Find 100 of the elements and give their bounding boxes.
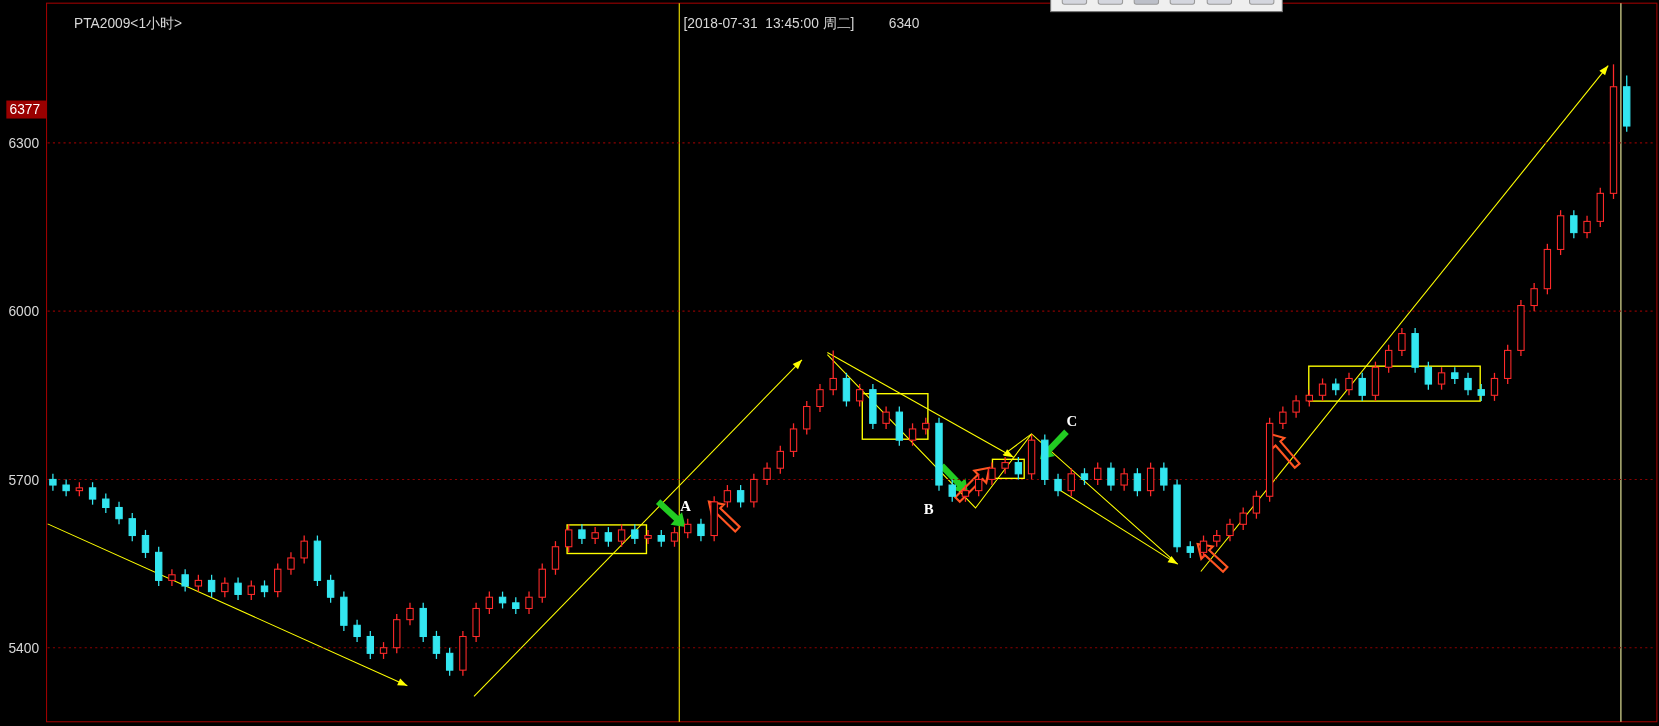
candlestick — [234, 576, 242, 601]
candlestick — [1424, 360, 1433, 391]
candlestick — [776, 445, 785, 475]
candlestick — [168, 568, 176, 587]
candlestick — [287, 551, 295, 576]
candlestick — [564, 523, 573, 553]
price-axis-label: 5400 — [8, 641, 40, 656]
cursor-time: [2018-07-31 13:45:00 周二] — [683, 15, 855, 31]
candlestick — [789, 422, 798, 458]
candlestick — [1252, 490, 1261, 520]
candlestick — [1146, 461, 1155, 497]
candlestick — [432, 630, 441, 660]
candlestick — [974, 473, 983, 497]
candlestick — [644, 529, 652, 545]
price-axis-label: 5700 — [8, 472, 40, 488]
candlestick — [406, 602, 414, 626]
candlestick — [988, 461, 996, 486]
candlestick — [1358, 372, 1366, 402]
chart-title: PTA2009<1小时> — [74, 15, 183, 31]
candlestick — [141, 529, 150, 559]
candlestick — [816, 383, 824, 413]
candlestick — [1120, 467, 1128, 492]
candlestick — [855, 383, 864, 408]
candlestick — [49, 473, 57, 492]
candlestick — [115, 501, 123, 525]
candlestick — [829, 349, 837, 396]
candlestick — [207, 574, 216, 598]
candlestick — [353, 619, 361, 643]
candlestick — [750, 473, 758, 509]
candlestick — [1318, 377, 1327, 402]
outline-arrow-icon — [953, 466, 991, 504]
candlestick — [128, 512, 136, 542]
candlestick — [1583, 215, 1591, 239]
candlestick — [551, 540, 560, 576]
candlestick — [1530, 282, 1538, 312]
candlestick — [617, 523, 626, 548]
candlestick — [221, 576, 229, 598]
candlestick — [102, 492, 110, 514]
candlestick — [1239, 506, 1247, 531]
candlestick — [1199, 534, 1208, 559]
candlestick — [763, 461, 771, 486]
candlestick — [326, 574, 335, 604]
candlestick — [578, 523, 586, 545]
candlestick — [1570, 209, 1578, 239]
candlestick — [803, 400, 811, 436]
toolbar-button[interactable] — [1061, 0, 1088, 5]
candlestick — [181, 568, 189, 593]
candlestick — [604, 526, 613, 548]
outline-arrow-icon — [1196, 542, 1229, 574]
candlestick — [1226, 518, 1234, 542]
candlestick — [1107, 461, 1115, 492]
candlestick — [300, 534, 308, 565]
toolbar-button[interactable] — [1133, 0, 1160, 5]
range-rectangle — [861, 393, 929, 440]
candlestick — [1054, 473, 1062, 497]
candlestick — [1094, 461, 1102, 486]
price-tag: 6377 — [6, 100, 47, 119]
cursor-price: 6340 — [888, 15, 920, 31]
candlestick — [1437, 366, 1446, 391]
candlestick — [948, 478, 956, 503]
wave-label: A — [680, 498, 691, 515]
candlestick — [62, 478, 70, 497]
candlestick — [697, 518, 705, 542]
candlestick — [1067, 467, 1075, 497]
candlestick — [631, 523, 639, 545]
candlestick — [591, 526, 599, 545]
candlestick — [1345, 372, 1353, 396]
candlestick — [1001, 456, 1009, 475]
candlestick — [723, 484, 732, 509]
toolbar-button[interactable] — [1097, 0, 1124, 5]
wave-label: B — [923, 501, 934, 518]
candlestick — [908, 422, 917, 447]
wave-label: C — [1066, 413, 1078, 430]
candlestick — [366, 630, 375, 660]
price-axis-label: 6300 — [8, 136, 40, 152]
candlestick — [670, 526, 679, 548]
candlestick — [842, 372, 851, 408]
candlestick — [525, 590, 533, 615]
toolbar-button[interactable] — [1249, 0, 1275, 5]
candlestick — [736, 484, 745, 509]
candlestick — [1292, 394, 1300, 419]
candlestick — [1279, 405, 1287, 430]
toolbar-button[interactable] — [1206, 0, 1233, 5]
candlestick — [1384, 344, 1393, 374]
candlestick — [274, 562, 282, 598]
candlestick — [1014, 456, 1023, 481]
candlestick — [88, 481, 97, 506]
candlestick — [445, 647, 454, 677]
toolbar-button[interactable] — [1169, 0, 1196, 5]
price-axis-label: 6000 — [8, 304, 40, 320]
range-rectangle — [991, 458, 1025, 480]
candlestick — [1464, 372, 1472, 396]
candlestick — [684, 518, 692, 539]
candlestick — [485, 590, 494, 615]
candlestick — [882, 405, 890, 430]
candlestick — [1160, 461, 1168, 492]
candlestick — [1490, 372, 1499, 402]
candlestick — [247, 579, 255, 601]
candlestick — [1398, 327, 1406, 357]
candlestick — [1133, 467, 1142, 497]
